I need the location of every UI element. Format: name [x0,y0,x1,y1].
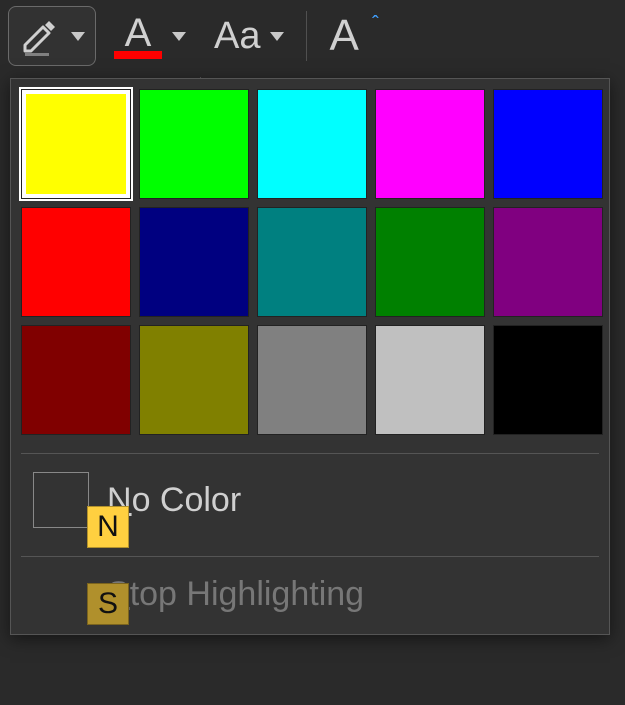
color-swatch-gray[interactable] [257,325,367,435]
toolbar-divider [306,11,307,61]
shortcut-badge-s: S [87,583,129,625]
color-swatch-yellow[interactable] [21,89,131,199]
stop-highlighting-item: Stop Highlighting S [21,565,599,624]
color-swatch-red[interactable] [21,207,131,317]
menu-separator [21,453,599,454]
increase-font-button[interactable]: A ˆ [319,6,398,66]
chevron-down-icon [71,32,85,41]
font-color-split-button[interactable]: A [104,6,196,66]
no-color-item[interactable]: No Color N [21,462,599,538]
color-swatch-cyan[interactable] [257,89,367,199]
chevron-up-icon: ˆ [372,13,379,36]
color-swatch-olive[interactable] [139,325,249,435]
highlighter-icon [19,15,61,57]
color-swatch-purple[interactable] [493,207,603,317]
color-swatch-magenta[interactable] [375,89,485,199]
change-case-button[interactable]: Aa [204,6,294,66]
color-swatch-navy[interactable] [139,207,249,317]
color-swatch-blue[interactable] [493,89,603,199]
change-case-icon: Aa [214,17,260,55]
color-swatch-grid [21,89,599,435]
font-color-icon: A [114,13,162,59]
stop-highlighting-label: Stop Highlighting [107,575,364,614]
increase-font-icon: A ˆ [329,11,358,61]
color-swatch-green[interactable] [375,207,485,317]
shortcut-badge-n: N [87,506,129,548]
color-swatch-lime[interactable] [139,89,249,199]
no-color-icon [33,472,89,528]
highlighter-split-button[interactable] [8,6,96,66]
highlight-color-dropdown: No Color N Stop Highlighting S [10,78,610,635]
chevron-down-icon [172,32,186,41]
color-swatch-maroon[interactable] [21,325,131,435]
color-swatch-black[interactable] [493,325,603,435]
chevron-down-icon [270,32,284,41]
color-swatch-teal[interactable] [257,207,367,317]
font-color-underline [114,51,162,59]
toolbar: A Aa A ˆ [0,0,625,72]
color-swatch-silver[interactable] [375,325,485,435]
menu-separator [21,556,599,557]
